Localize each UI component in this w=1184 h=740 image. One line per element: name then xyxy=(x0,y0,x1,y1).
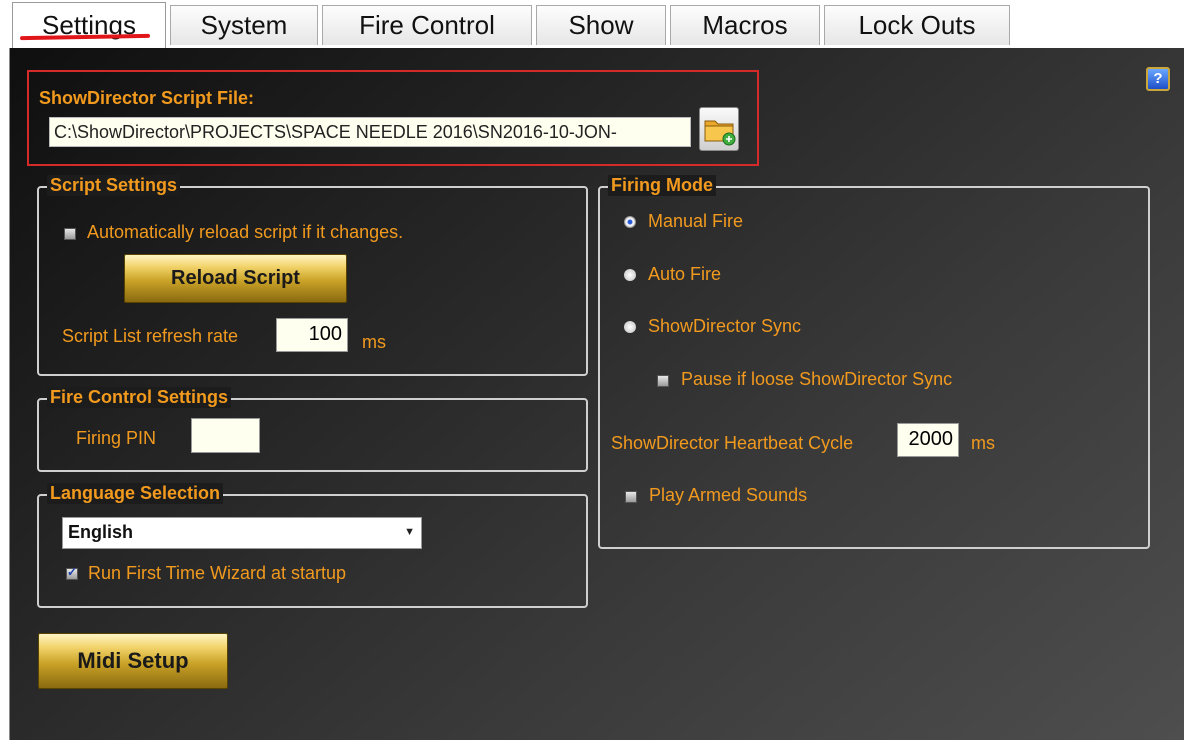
tab-system-label: System xyxy=(200,10,288,40)
pause-sync-label: Pause if loose ShowDirector Sync xyxy=(681,369,953,389)
play-armed-sounds-label: Play Armed Sounds xyxy=(649,485,808,505)
tab-lock-outs[interactable]: Lock Outs xyxy=(824,5,1010,45)
tab-settings[interactable]: Settings xyxy=(12,2,166,48)
tab-system[interactable]: System xyxy=(170,5,318,45)
browse-script-button[interactable] xyxy=(699,107,739,151)
fire-control-settings-title: Fire Control Settings xyxy=(47,387,232,408)
language-selected-value: English xyxy=(68,522,134,542)
run-wizard-label: Run First Time Wizard at startup xyxy=(88,563,347,583)
pause-sync-checkbox[interactable] xyxy=(657,375,669,387)
run-wizard-checkbox[interactable] xyxy=(66,565,78,580)
firing-pin-input[interactable] xyxy=(191,418,260,453)
tab-lock-outs-label: Lock Outs xyxy=(858,10,976,40)
language-selection-group: Language Selection xyxy=(37,483,588,608)
chevron-down-icon: ▼ xyxy=(404,526,415,538)
script-settings-title: Script Settings xyxy=(47,175,181,196)
firing-pin-label: Firing PIN xyxy=(76,428,157,448)
midi-setup-button[interactable]: Midi Setup xyxy=(38,633,228,689)
language-selection-title: Language Selection xyxy=(47,483,224,504)
tab-macros-label: Macros xyxy=(702,10,788,40)
script-file-path-input[interactable]: C:\ShowDirector\PROJECTS\SPACE NEEDLE 20… xyxy=(49,117,691,147)
heartbeat-unit: ms xyxy=(971,433,995,453)
refresh-rate-input[interactable]: 100 xyxy=(276,318,348,352)
manual-fire-radio[interactable] xyxy=(624,216,636,228)
language-dropdown[interactable]: English ▼ xyxy=(62,517,422,549)
tab-show[interactable]: Show xyxy=(536,5,666,45)
refresh-rate-unit: ms xyxy=(362,332,386,352)
manual-fire-label: Manual Fire xyxy=(648,211,744,231)
tab-macros[interactable]: Macros xyxy=(670,5,820,45)
tab-bar: Settings System Fire Control Show Macros… xyxy=(0,0,1184,48)
play-armed-sounds-checkbox[interactable] xyxy=(625,491,637,503)
showdirector-sync-radio[interactable] xyxy=(624,321,636,333)
firing-mode-title: Firing Mode xyxy=(608,175,716,196)
refresh-rate-label: Script List refresh rate xyxy=(62,326,239,346)
folder-open-icon xyxy=(704,120,736,146)
tab-fire-control-label: Fire Control xyxy=(359,10,495,40)
showdirector-sync-label: ShowDirector Sync xyxy=(648,316,802,336)
auto-reload-label: Automatically reload script if it change… xyxy=(87,222,404,242)
script-file-label: ShowDirector Script File: xyxy=(39,88,255,108)
heartbeat-label: ShowDirector Heartbeat Cycle xyxy=(611,433,854,453)
help-icon[interactable]: ? xyxy=(1146,67,1170,91)
auto-fire-radio[interactable] xyxy=(624,269,636,281)
reload-script-button[interactable]: Reload Script xyxy=(124,254,347,303)
auto-fire-label: Auto Fire xyxy=(648,264,722,284)
auto-reload-checkbox[interactable] xyxy=(64,228,76,240)
tab-show-label: Show xyxy=(568,10,634,40)
tab-fire-control[interactable]: Fire Control xyxy=(322,5,532,45)
heartbeat-input[interactable]: 2000 xyxy=(897,423,959,457)
